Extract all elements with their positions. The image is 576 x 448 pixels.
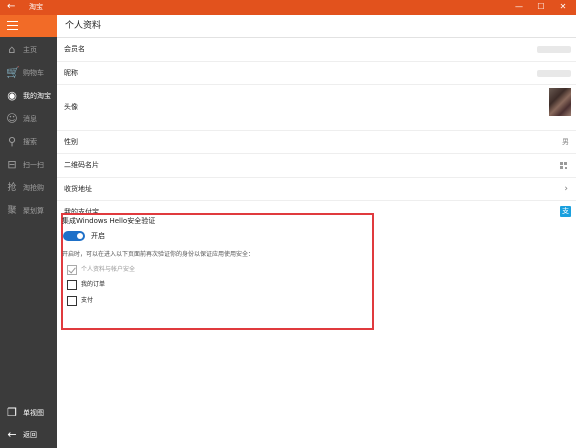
page-title: 个人资料 xyxy=(65,21,102,31)
row-nickname[interactable]: 昵称 xyxy=(57,62,576,85)
back-button[interactable]: ← 返回 xyxy=(0,426,57,446)
group-buy-icon: 聚 xyxy=(7,206,17,216)
single-view-button[interactable]: ❐ 单视图 xyxy=(0,404,57,424)
row-label: 收货地址 xyxy=(64,185,92,193)
sidebar: ⌂ 主页 🛒 购物车 ◉ 我的淘宝 ☺ 消息 ⚲ 搜索 ⊟ 扫一扫 抢 淘抢购 … xyxy=(0,15,57,448)
minimize-button[interactable]: — xyxy=(509,1,529,13)
sidebar-item-label: 淘抢购 xyxy=(23,184,44,192)
sidebar-item-search[interactable]: ⚲ 搜索 xyxy=(0,133,57,153)
back-icon: ← xyxy=(7,428,17,441)
row-avatar[interactable]: 头像 xyxy=(57,85,576,131)
sidebar-item-label: 聚划算 xyxy=(23,207,44,215)
hamburger-icon xyxy=(7,21,18,30)
windows-hello-toggle[interactable] xyxy=(63,231,85,241)
alipay-icon: 支 xyxy=(560,206,571,217)
maximize-button[interactable]: ☐ xyxy=(531,1,551,13)
checkbox-profile-security xyxy=(67,265,77,275)
back-label: 返回 xyxy=(23,431,37,439)
sidebar-item-group-buy[interactable]: 聚 聚划算 xyxy=(0,202,57,222)
row-gender[interactable]: 性别 男 xyxy=(57,131,576,154)
row-label: 头像 xyxy=(64,103,78,111)
row-label: 会员名 xyxy=(64,45,85,53)
windows-hello-toggle-label: 开启 xyxy=(91,232,105,240)
user-icon: ◉ xyxy=(7,89,17,102)
sidebar-item-my-taobao[interactable]: ◉ 我的淘宝 xyxy=(0,87,57,107)
checkbox-my-orders-label: 我的订单 xyxy=(81,281,106,288)
row-label: 昵称 xyxy=(64,69,78,77)
scan-icon: ⊟ xyxy=(7,158,17,171)
sidebar-item-label: 主页 xyxy=(23,46,37,54)
close-button[interactable]: ✕ xyxy=(553,1,573,13)
windows-hello-hint: 开启时，可以在进入以下页面前再次验证你的身份以保证应用使用安全： xyxy=(62,251,255,258)
sidebar-item-messages[interactable]: ☺ 消息 xyxy=(0,110,57,130)
flash-sale-icon: 抢 xyxy=(7,183,17,193)
single-view-icon: ❐ xyxy=(7,406,17,419)
qr-code-icon xyxy=(560,162,567,169)
app-title: 淘宝 xyxy=(29,3,43,11)
member-name-value-redacted xyxy=(537,46,571,53)
chevron-right-icon: › xyxy=(564,184,568,194)
gender-value: 男 xyxy=(562,138,569,146)
checkbox-my-orders[interactable] xyxy=(67,280,77,290)
home-icon: ⌂ xyxy=(8,43,16,56)
cart-icon: 🛒 xyxy=(6,66,20,79)
avatar xyxy=(549,88,571,116)
title-back-icon[interactable]: ← xyxy=(7,1,15,13)
sidebar-item-label: 搜索 xyxy=(23,138,37,146)
single-view-label: 单视图 xyxy=(23,409,44,417)
sidebar-item-home[interactable]: ⌂ 主页 xyxy=(0,41,57,61)
row-qr-card[interactable]: 二维码名片 xyxy=(57,154,576,178)
sidebar-item-label: 购物车 xyxy=(23,69,44,77)
row-label: 性别 xyxy=(64,138,78,146)
sidebar-item-label: 扫一扫 xyxy=(23,161,44,169)
nickname-value-redacted xyxy=(537,70,571,77)
checkbox-payment[interactable] xyxy=(67,296,77,306)
checkbox-profile-security-label: 个人资料与帐户安全 xyxy=(81,266,136,273)
title-bar: ← 淘宝 — ☐ ✕ xyxy=(0,0,576,15)
row-label: 二维码名片 xyxy=(64,161,99,169)
sidebar-item-label: 我的淘宝 xyxy=(23,92,51,100)
hamburger-menu-button[interactable] xyxy=(0,15,57,37)
row-member-name: 会员名 xyxy=(57,38,576,62)
sidebar-item-cart[interactable]: 🛒 购物车 xyxy=(0,64,57,84)
row-shipping-address[interactable]: 收货地址 › xyxy=(57,178,576,201)
sidebar-item-label: 消息 xyxy=(23,115,37,123)
sidebar-item-flash-sale[interactable]: 抢 淘抢购 xyxy=(0,179,57,199)
toggle-knob xyxy=(77,233,83,239)
sidebar-item-scan[interactable]: ⊟ 扫一扫 xyxy=(0,156,57,176)
message-icon: ☺ xyxy=(6,112,18,125)
windows-hello-title: 集成Windows Hello安全验证 xyxy=(62,217,156,225)
search-icon: ⚲ xyxy=(7,135,17,148)
checkbox-payment-label: 支付 xyxy=(81,297,94,304)
